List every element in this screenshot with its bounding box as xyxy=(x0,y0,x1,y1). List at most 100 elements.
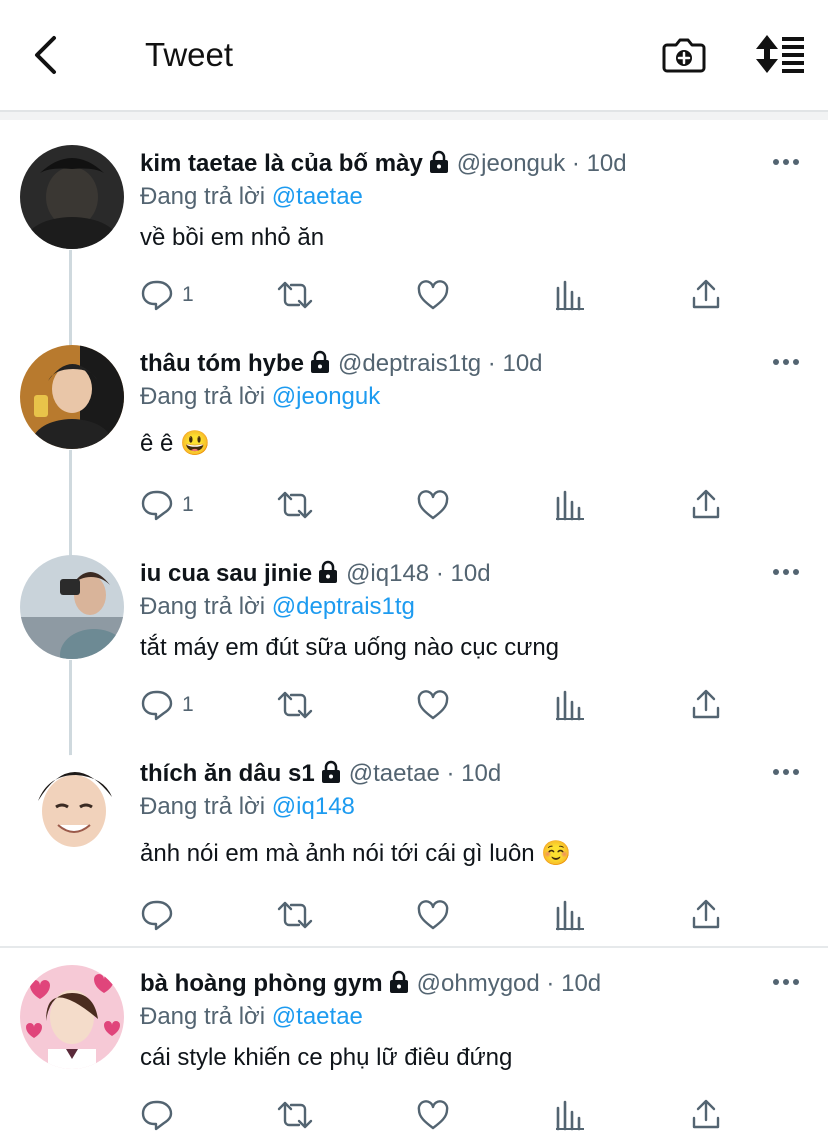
like-button[interactable] xyxy=(416,1095,450,1135)
handle[interactable]: @ohmygod xyxy=(417,970,540,997)
lock-icon xyxy=(389,970,408,993)
more-icon[interactable] xyxy=(770,352,802,372)
more-icon[interactable] xyxy=(770,562,802,582)
handle[interactable]: @deptrais1tg xyxy=(338,350,481,377)
camera-button[interactable] xyxy=(662,33,706,75)
thread-line xyxy=(69,450,72,560)
share-button[interactable] xyxy=(690,1095,722,1135)
back-button[interactable] xyxy=(28,34,64,76)
display-name[interactable]: kim taetae là của bố mày xyxy=(140,150,423,177)
like-button[interactable] xyxy=(416,485,450,525)
reply-button[interactable]: 1 xyxy=(140,685,194,725)
timestamp[interactable]: 10d xyxy=(451,560,491,587)
avatar[interactable] xyxy=(20,345,124,449)
display-name[interactable]: thích ăn dâu s1 xyxy=(140,760,315,787)
analytics-button[interactable] xyxy=(554,275,586,315)
tweet-text: về bồi em nhỏ ăn xyxy=(140,224,325,251)
display-name[interactable]: iu cua sau jinie xyxy=(140,560,312,587)
replying-prefix: Đang trả lời xyxy=(140,593,266,620)
lock-icon xyxy=(311,350,330,373)
replying-prefix: Đang trả lời xyxy=(140,183,266,210)
retweet-button[interactable] xyxy=(276,685,314,725)
share-button[interactable] xyxy=(690,485,722,525)
retweet-icon xyxy=(277,281,313,309)
heart-icon xyxy=(417,280,449,310)
reply-count: 1 xyxy=(182,693,194,716)
lock-icon xyxy=(319,560,338,583)
avatar[interactable] xyxy=(20,555,124,659)
like-button[interactable] xyxy=(416,895,450,935)
reply-icon xyxy=(141,280,173,311)
like-button[interactable] xyxy=(416,685,450,725)
timestamp[interactable]: 10d xyxy=(587,150,627,177)
more-icon[interactable] xyxy=(770,152,802,172)
reply-mention[interactable]: @iq148 xyxy=(272,793,355,820)
reply-icon xyxy=(141,490,173,521)
heart-icon xyxy=(417,690,449,720)
reply-button[interactable] xyxy=(140,895,182,935)
share-icon xyxy=(692,689,720,719)
tweet-text: tắt máy em đút sữa uống nào cục cưng xyxy=(140,634,560,661)
share-button[interactable] xyxy=(690,895,722,935)
handle[interactable]: @jeonguk xyxy=(457,150,565,177)
retweet-button[interactable] xyxy=(276,485,314,525)
display-name[interactable]: thâu tóm hybe xyxy=(140,350,304,377)
reply-button[interactable] xyxy=(140,1095,182,1135)
avatar[interactable] xyxy=(20,965,124,1069)
timestamp[interactable]: 10d xyxy=(561,970,601,997)
separator-dot: · xyxy=(487,350,496,377)
reply-button[interactable]: 1 xyxy=(140,485,194,525)
sort-button[interactable] xyxy=(754,33,806,75)
tweet-text: cái style khiến ce phụ lữ điêu đứng xyxy=(140,1044,513,1071)
analytics-icon xyxy=(556,490,584,521)
reply-count: 1 xyxy=(182,283,194,306)
avatar[interactable] xyxy=(20,145,124,249)
reply-button[interactable]: 1 xyxy=(140,275,194,315)
retweet-button[interactable] xyxy=(276,275,314,315)
like-button[interactable] xyxy=(416,275,450,315)
separator-dot: · xyxy=(435,560,444,587)
share-icon xyxy=(692,899,720,929)
timestamp[interactable]: 10d xyxy=(502,350,542,377)
share-button[interactable] xyxy=(690,685,722,725)
retweet-button[interactable] xyxy=(276,895,314,935)
replying-prefix: Đang trả lời xyxy=(140,793,266,820)
reply-mention[interactable]: @deptrais1tg xyxy=(272,593,415,620)
camera-plus-icon xyxy=(662,38,706,73)
header-separator xyxy=(0,112,828,120)
retweet-button[interactable] xyxy=(276,1095,314,1135)
analytics-button[interactable] xyxy=(554,685,586,725)
action-bar xyxy=(140,895,740,935)
replying-prefix: Đang trả lời xyxy=(140,1003,266,1030)
share-button[interactable] xyxy=(690,275,722,315)
share-icon xyxy=(692,1099,720,1129)
analytics-icon xyxy=(556,900,584,931)
avatar[interactable] xyxy=(20,755,124,859)
more-icon[interactable] xyxy=(770,972,802,992)
analytics-button[interactable] xyxy=(554,895,586,935)
reply-mention[interactable]: @taetae xyxy=(272,1003,363,1030)
display-name[interactable]: bà hoàng phòng gym xyxy=(140,970,383,997)
analytics-icon xyxy=(556,690,584,721)
more-icon[interactable] xyxy=(770,762,802,782)
thread-line xyxy=(69,660,72,760)
page-title: Tweet xyxy=(145,36,234,73)
action-bar: 1 xyxy=(140,275,740,315)
analytics-button[interactable] xyxy=(554,1095,586,1135)
timestamp[interactable]: 10d xyxy=(461,760,501,787)
analytics-icon xyxy=(556,280,584,311)
reply-mention[interactable]: @jeonguk xyxy=(272,383,380,410)
share-icon xyxy=(692,279,720,309)
handle[interactable]: @iq148 xyxy=(346,560,429,587)
tweet-text: ê ê 😃 xyxy=(140,430,210,457)
handle[interactable]: @taetae xyxy=(349,760,440,787)
retweet-icon xyxy=(277,491,313,519)
top-bar: Tweet xyxy=(0,0,828,112)
reply-mention[interactable]: @taetae xyxy=(272,183,363,210)
separator-dot: · xyxy=(446,760,455,787)
tweet-text: ảnh nói em mà ảnh nói tới cái gì luôn ☺️ xyxy=(140,840,572,867)
separator-dot: · xyxy=(571,150,580,177)
replying-prefix: Đang trả lời xyxy=(140,383,266,410)
analytics-button[interactable] xyxy=(554,485,586,525)
separator-dot: · xyxy=(546,970,555,997)
